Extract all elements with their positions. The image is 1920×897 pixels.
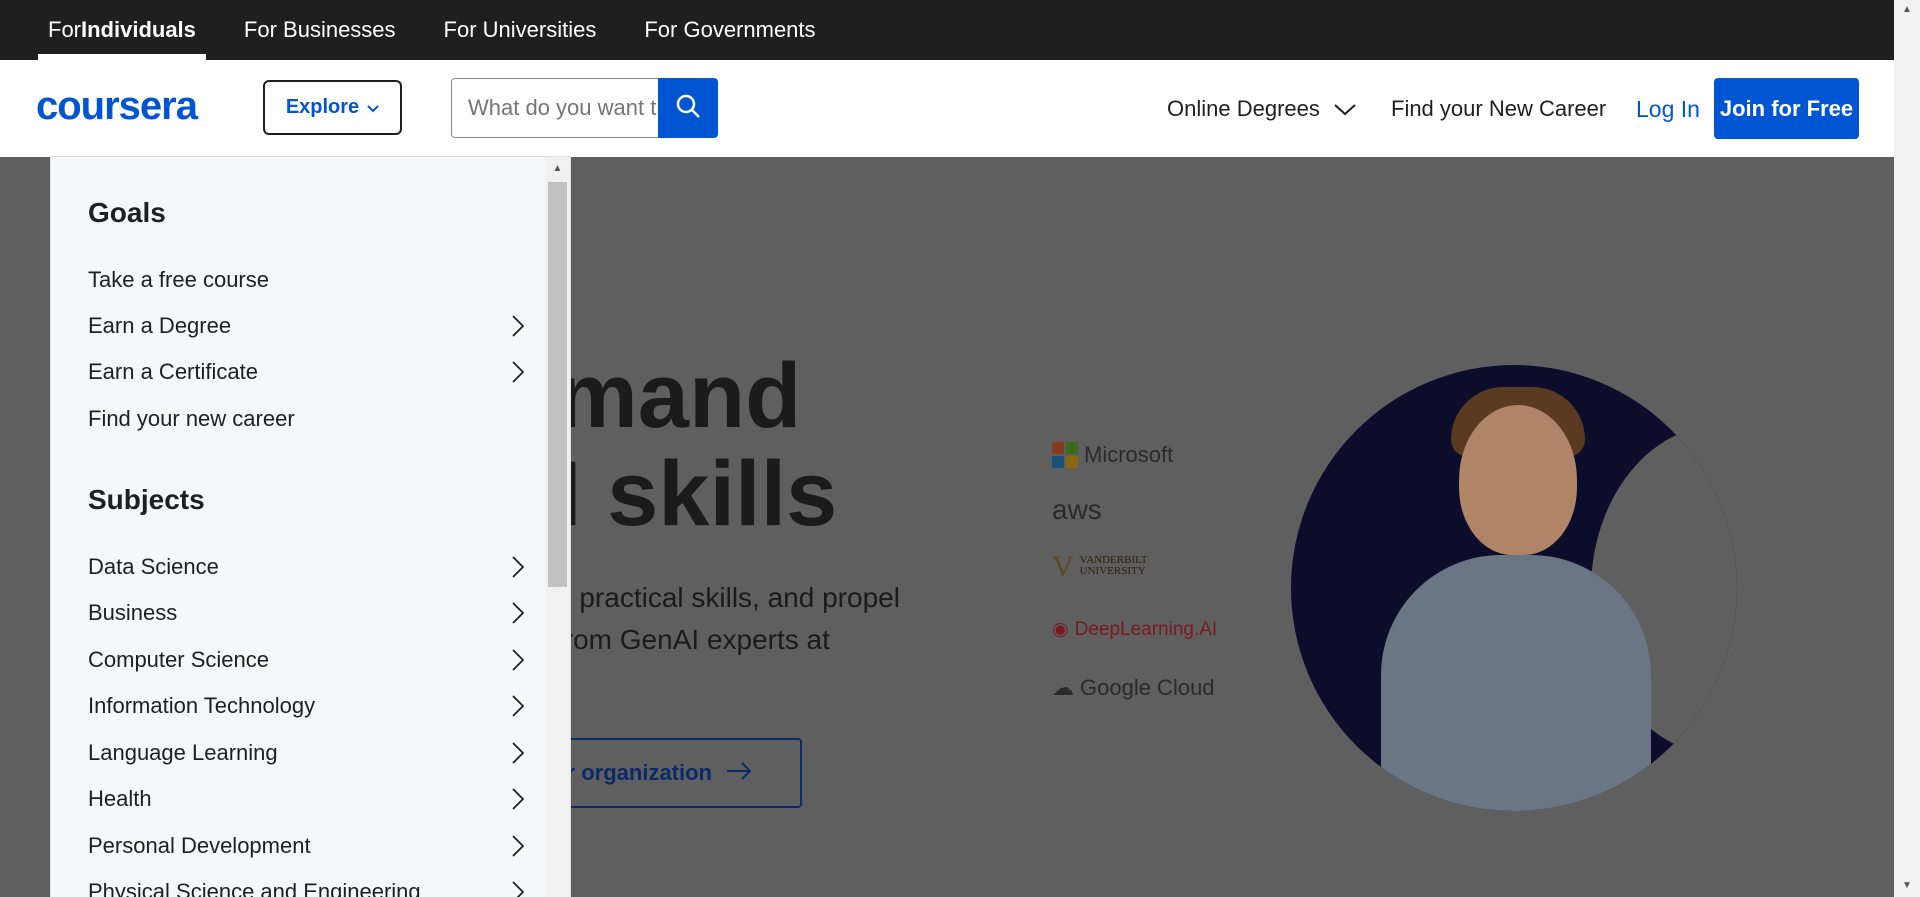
chevron-down-icon (367, 96, 379, 119)
vanderbilt-logo-text: VANDERBILT UNIVERSITY (1079, 554, 1148, 577)
vanderbilt-v-icon: V (1052, 549, 1074, 583)
cloud-icon: ☁ (1052, 675, 1074, 700)
menu-item-label: Business (88, 600, 178, 625)
search-icon (675, 93, 701, 124)
aws-logo-text: aws (1052, 494, 1102, 525)
menu-scrollbar[interactable]: ▲ (545, 157, 570, 897)
tab-universities[interactable]: For Universities (434, 0, 607, 60)
hero-subtitle: d practical skills, and propel from GenA… (556, 582, 900, 655)
menu-item-personal-development[interactable]: Personal Development (88, 831, 528, 861)
menu-item-label: Take a free course (88, 267, 269, 292)
menu-item-information-technology[interactable]: Information Technology (88, 691, 528, 721)
search-input[interactable] (451, 78, 659, 138)
chevron-right-icon (508, 311, 528, 341)
arrow-right-icon (726, 760, 752, 786)
explore-dropdown-menu: Goals Take a free course Earn a Degree E… (51, 157, 570, 897)
menu-item-language-learning[interactable]: Language Learning (88, 738, 528, 768)
coursera-logo[interactable]: coursera (36, 84, 198, 129)
hero-title: mand I skills (556, 345, 838, 545)
scroll-down-arrow-icon[interactable]: ▼ (1894, 880, 1920, 891)
chevron-right-icon (508, 877, 528, 897)
tab-individuals-prefix: For (48, 17, 81, 42)
menu-item-physical-science-engineering[interactable]: Physical Science and Engineering (88, 877, 528, 897)
menu-item-business[interactable]: Business (88, 598, 528, 628)
tab-individuals-label: Individuals (81, 17, 196, 42)
portrait-face (1459, 405, 1577, 555)
microsoft-logo: Microsoft (1052, 442, 1173, 468)
menu-item-label: Data Science (88, 554, 219, 579)
online-degrees-menu[interactable]: Online Degrees (1167, 96, 1356, 122)
login-link[interactable]: Log In (1636, 96, 1700, 123)
search-button[interactable] (658, 78, 718, 138)
menu-item-earn-degree[interactable]: Earn a Degree (88, 311, 528, 341)
chevron-right-icon (508, 784, 528, 814)
menu-item-find-new-career[interactable]: Find your new career (88, 404, 528, 434)
subjects-heading: Subjects (88, 484, 205, 515)
chevron-right-icon (508, 738, 528, 768)
chevron-right-icon (508, 552, 528, 582)
microsoft-logo-text: Microsoft (1084, 442, 1174, 467)
google-cloud-logo: ☁ Google Cloud (1052, 675, 1215, 701)
chevron-right-icon (508, 691, 528, 721)
page-scrollbar[interactable]: ▲ ▼ (1894, 0, 1920, 897)
chevron-right-icon (508, 831, 528, 861)
scroll-up-arrow-icon[interactable]: ▲ (1894, 4, 1920, 15)
audience-nav: For Individuals For Businesses For Unive… (0, 0, 1894, 60)
find-new-career-link[interactable]: Find your New Career (1391, 96, 1606, 122)
tab-businesses[interactable]: For Businesses (234, 0, 406, 60)
menu-item-label: Earn a Certificate (88, 359, 258, 384)
deeplearning-logo-text: DeepLearning.AI (1074, 618, 1218, 640)
menu-item-label: Personal Development (88, 833, 311, 858)
goals-heading: Goals (88, 197, 166, 228)
chevron-right-icon (508, 598, 528, 628)
menu-item-label: Computer Science (88, 647, 269, 672)
menu-item-label: Earn a Degree (88, 313, 232, 338)
chevron-right-icon (508, 357, 528, 387)
scroll-up-arrow-icon[interactable]: ▲ (545, 163, 570, 174)
main-header: coursera Explore Online Degrees Find you… (0, 60, 1894, 157)
chevron-down-icon (1334, 96, 1356, 122)
menu-item-take-free-course[interactable]: Take a free course (88, 265, 528, 295)
menu-item-label: Health (88, 786, 152, 811)
menu-item-computer-science[interactable]: Computer Science (88, 645, 528, 675)
menu-item-earn-certificate[interactable]: Earn a Certificate (88, 357, 528, 387)
hero-portrait-image (1291, 365, 1737, 811)
menu-item-label: Physical Science and Engineering (88, 879, 421, 897)
menu-item-label: Information Technology (88, 693, 316, 718)
online-degrees-label: Online Degrees (1167, 96, 1320, 121)
menu-item-health[interactable]: Health (88, 784, 528, 814)
join-for-free-button[interactable]: Join for Free (1714, 78, 1859, 139)
menu-item-label: Find your new career (88, 406, 295, 431)
portrait-shirt (1381, 555, 1651, 811)
menu-item-label: Language Learning (88, 740, 278, 765)
microsoft-grid-icon (1052, 442, 1078, 468)
google-cloud-logo-text: Google Cloud (1080, 675, 1215, 700)
menu-scrollbar-thumb[interactable] (548, 182, 567, 587)
explore-button[interactable]: Explore (263, 80, 402, 135)
hero-cta-label: r organization (566, 760, 712, 785)
deeplearning-icon: ◉ (1052, 619, 1069, 640)
chevron-right-icon (508, 645, 528, 675)
vanderbilt-logo: V VANDERBILT UNIVERSITY (1052, 549, 1148, 583)
tab-individuals[interactable]: For Individuals (38, 0, 206, 60)
aws-logo: aws (1052, 494, 1102, 526)
menu-item-data-science[interactable]: Data Science (88, 552, 528, 582)
deeplearning-ai-logo: ◉ DeepLearning.AI (1052, 618, 1217, 641)
explore-label: Explore (285, 96, 360, 118)
tab-governments[interactable]: For Governments (634, 0, 825, 60)
